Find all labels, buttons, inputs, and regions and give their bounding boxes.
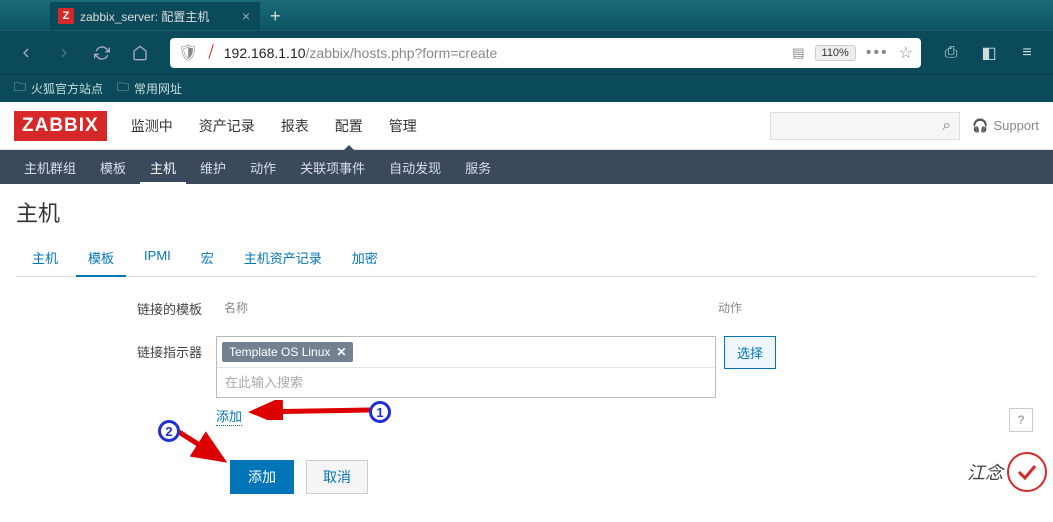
annotation-1: 1 [369,401,391,423]
sub-nav-templates[interactable]: 模板 [90,150,136,185]
library-icon[interactable]: ⎙ [937,39,965,67]
reader-icon[interactable]: ▤ [792,45,804,61]
bookmark-item[interactable]: 🗀常用网址 [117,78,182,99]
app-container: ZABBIX 监测中 资产记录 报表 配置 管理 ⌕ 🎧Support 主机群组… [0,102,1053,522]
new-tab-button[interactable]: + [260,2,291,30]
tab-templates[interactable]: 模板 [76,240,126,277]
tab-encryption[interactable]: 加密 [340,240,390,276]
annotation-2: 2 [158,420,180,442]
top-nav-monitoring[interactable]: 监测中 [121,102,183,150]
sub-nav: 主机群组 模板 主机 维护 动作 关联项事件 自动发现 服务 [0,150,1053,184]
template-multiselect[interactable]: Template OS Linux ✕ [216,336,716,398]
top-nav-admin[interactable]: 管理 [379,102,427,150]
folder-icon: 🗀 [14,78,26,99]
home-button[interactable] [126,39,154,67]
linked-templates-table: 名称 动作 [216,293,806,322]
col-action: 动作 [718,299,798,316]
top-nav-config[interactable]: 配置 [325,102,373,150]
browser-tab-bar: Z zabbix_server: 配置主机 × + [0,0,1053,30]
sub-nav-hosts[interactable]: 主机 [140,150,186,185]
browser-tab[interactable]: Z zabbix_server: 配置主机 × [50,2,260,30]
col-name: 名称 [224,299,718,316]
form-buttons: 添加 取消 [216,440,1037,494]
annotation-arrow-2 [175,428,235,468]
shield-icon[interactable]: 🛡 [178,43,198,63]
sub-nav-discovery[interactable]: 自动发现 [379,150,451,185]
label-link-new: 链接指示器 [16,336,216,361]
tab-inventory[interactable]: 主机资产记录 [232,240,334,276]
top-nav-reports[interactable]: 报表 [271,102,319,150]
sub-nav-maintenance[interactable]: 维护 [190,150,236,185]
select-button[interactable]: 选择 [724,336,776,369]
form-tabs: 主机 模板 IPMI 宏 主机资产记录 加密 [16,240,1037,277]
browser-nav-bar: 🛡 ⧸ 192.168.1.10/zabbix/hosts.php?form=c… [0,30,1053,74]
url-text: 192.168.1.10/zabbix/hosts.php?form=creat… [224,45,782,61]
template-tag[interactable]: Template OS Linux ✕ [222,342,353,362]
sub-nav-hostgroups[interactable]: 主机群组 [14,150,86,185]
forward-button[interactable] [50,39,78,67]
remove-tag-icon[interactable]: ✕ [336,345,346,359]
support-link[interactable]: 🎧Support [972,118,1039,134]
sub-nav-correlation[interactable]: 关联项事件 [290,150,375,185]
watermark: 江念 [967,452,1047,492]
back-button[interactable] [12,39,40,67]
top-nav: 监测中 资产记录 报表 配置 管理 [121,102,427,150]
template-search-input[interactable] [217,368,715,397]
bookmark-bar: 🗀火狐官方站点 🗀常用网址 [0,74,1053,102]
label-linked-templates: 链接的模板 [16,293,216,318]
headset-icon: 🎧 [972,118,988,134]
cancel-button[interactable]: 取消 [306,460,368,494]
star-icon[interactable]: ☆ [899,43,913,63]
sidebar-icon[interactable]: ◧ [975,39,1003,67]
row-link-new: 链接指示器 Template OS Linux ✕ 选 [16,336,1037,426]
folder-icon: 🗀 [117,78,129,99]
reload-button[interactable] [88,39,116,67]
search-icon: ⌕ [942,117,951,135]
row-linked-templates: 链接的模板 名称 动作 [16,293,1037,322]
app-header: ZABBIX 监测中 资产记录 报表 配置 管理 ⌕ 🎧Support [0,102,1053,150]
meatballs-icon[interactable]: ••• [866,44,889,62]
page-title: 主机 [16,196,1037,228]
zabbix-logo[interactable]: ZABBIX [14,111,107,141]
tab-title: zabbix_server: 配置主机 [80,8,209,25]
form: 链接的模板 名称 动作 链接指示器 [16,277,1037,510]
sub-nav-actions[interactable]: 动作 [240,150,286,185]
url-bar[interactable]: 🛡 ⧸ 192.168.1.10/zabbix/hosts.php?form=c… [170,38,921,68]
bookmark-item[interactable]: 🗀火狐官方站点 [14,78,103,99]
zoom-badge[interactable]: 110% [815,45,856,61]
menu-icon[interactable]: ≡ [1013,39,1041,67]
top-nav-inventory[interactable]: 资产记录 [189,102,265,150]
tab-ipmi[interactable]: IPMI [132,240,183,276]
help-button[interactable]: ? [1009,408,1033,432]
annotation-arrow-1 [245,400,375,420]
add-link[interactable]: 添加 [216,406,242,426]
tab-favicon: Z [58,8,74,24]
global-search[interactable]: ⌕ [770,112,960,140]
close-icon[interactable]: × [242,8,250,24]
watermark-logo-icon [1007,452,1047,492]
sub-nav-services[interactable]: 服务 [455,150,501,185]
submit-button[interactable]: 添加 [230,460,294,494]
tab-macros[interactable]: 宏 [189,240,226,276]
page-body: 主机 主机 模板 IPMI 宏 主机资产记录 加密 链接的模板 名称 动作 [0,184,1053,522]
no-secure-icon: ⧸ [208,44,213,62]
tab-host[interactable]: 主机 [20,240,70,276]
tag-label: Template OS Linux [229,345,330,359]
